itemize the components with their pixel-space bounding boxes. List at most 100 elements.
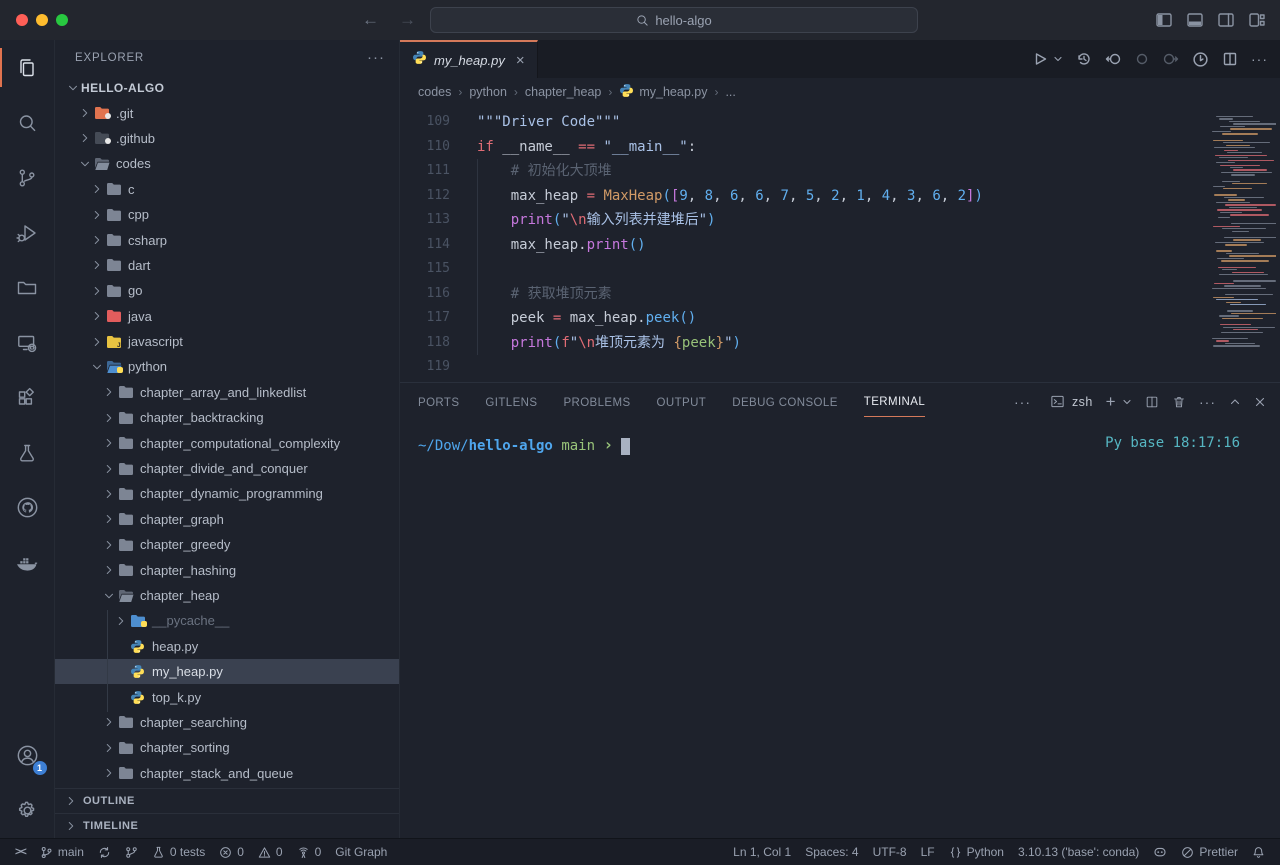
activity-search[interactable]: [0, 95, 55, 150]
activity-run-debug[interactable]: [0, 205, 55, 260]
activity-explorer[interactable]: [0, 40, 55, 95]
tree-item-chapter_greedy[interactable]: chapter_greedy: [55, 532, 399, 557]
code-editor[interactable]: 109"""Driver Code"""110if __name__ == "_…: [400, 106, 1280, 382]
activity-docker[interactable]: [0, 535, 55, 590]
section-outline[interactable]: OUTLINE: [55, 788, 399, 813]
breadcrumb-[interactable]: ...: [725, 85, 735, 99]
status-git-graph-icon[interactable]: [118, 839, 145, 865]
maximize-window-button[interactable]: [56, 14, 68, 26]
activity-file-folder[interactable]: [0, 260, 55, 315]
status-0[interactable]: 0: [251, 839, 290, 865]
run-dropdown-icon[interactable]: [1053, 54, 1063, 64]
tree-item-chapter_backtracking[interactable]: chapter_backtracking: [55, 405, 399, 430]
command-center-search[interactable]: hello-algo: [430, 7, 918, 33]
tree-item-chapter_heap[interactable]: chapter_heap: [55, 583, 399, 608]
history-back-icon[interactable]: ←: [362, 10, 379, 30]
activity-source-control[interactable]: [0, 150, 55, 205]
tree-item-codes[interactable]: codes: [55, 151, 399, 176]
status-prettier[interactable]: Prettier: [1174, 839, 1245, 865]
tree-item-javascript[interactable]: JSjavascript: [55, 329, 399, 354]
status-sync-icon[interactable]: [91, 839, 118, 865]
panel-tab-output[interactable]: OUTPUT: [657, 387, 707, 417]
tab-close-icon[interactable]: ×: [516, 52, 525, 69]
tree-item-dart[interactable]: dart: [55, 253, 399, 278]
status-lf[interactable]: LF: [914, 839, 942, 865]
activity-remote-explorer[interactable]: [0, 315, 55, 370]
panel-more-tabs-icon[interactable]: ···: [1014, 394, 1031, 410]
minimize-window-button[interactable]: [36, 14, 48, 26]
breadcrumb-python[interactable]: python: [469, 85, 507, 99]
status-copilot-icon[interactable]: [1146, 839, 1174, 865]
tree-item-chapter_graph[interactable]: chapter_graph: [55, 507, 399, 532]
tree-item-cpp[interactable]: cpp: [55, 202, 399, 227]
timeline-history-icon[interactable]: [1076, 51, 1092, 67]
activity-settings[interactable]: [0, 783, 55, 838]
status-spaces-4[interactable]: Spaces: 4: [798, 839, 865, 865]
tree-item-csharp[interactable]: csharp: [55, 227, 399, 252]
tree-item-chapter_computational_complexity[interactable]: chapter_computational_complexity: [55, 430, 399, 455]
terminal-dropdown-icon[interactable]: [1122, 397, 1132, 407]
activity-extensions[interactable]: [0, 370, 55, 425]
activity-testing[interactable]: [0, 425, 55, 480]
panel-tab-terminal[interactable]: TERMINAL: [864, 386, 925, 417]
panel-tab-debug-console[interactable]: DEBUG CONSOLE: [732, 387, 838, 417]
tree-item-chapter_hashing[interactable]: chapter_hashing: [55, 557, 399, 582]
panel-tab-gitlens[interactable]: GITLENS: [485, 387, 537, 417]
minimap[interactable]: [1210, 116, 1276, 348]
split-terminal-icon[interactable]: [1145, 395, 1159, 409]
tree-item-chapter_array_and_linkedlist[interactable]: chapter_array_and_linkedlist: [55, 380, 399, 405]
tree-item-chapter_dynamic_programming[interactable]: chapter_dynamic_programming: [55, 481, 399, 506]
status-item[interactable]: ><: [8, 839, 33, 865]
status-bell-icon[interactable]: [1245, 839, 1272, 865]
section-timeline[interactable]: TIMELINE: [55, 813, 399, 838]
editor-more-actions-icon[interactable]: ···: [1251, 51, 1268, 67]
status-0-tests[interactable]: 0 tests: [145, 839, 212, 865]
status-git-graph[interactable]: Git Graph: [328, 839, 394, 865]
toggle-secondary-sidebar-icon[interactable]: [1217, 11, 1235, 29]
activity-github[interactable]: [0, 480, 55, 535]
profile-run-icon[interactable]: [1192, 51, 1209, 68]
step-back-icon[interactable]: [1105, 51, 1121, 67]
breadcrumb-chapter_heap[interactable]: chapter_heap: [525, 85, 601, 99]
toggle-sidebar-icon[interactable]: [1155, 11, 1173, 29]
terminal[interactable]: ~/Dow/hello-algo main › Py base 18:17:16: [400, 420, 1280, 838]
panel-tab-ports[interactable]: PORTS: [418, 387, 459, 417]
split-editor-icon[interactable]: [1222, 51, 1238, 67]
tree-item-python[interactable]: python: [55, 354, 399, 379]
tree-item-.git[interactable]: .git: [55, 100, 399, 125]
tree-item-go[interactable]: go: [55, 278, 399, 303]
status-main[interactable]: main: [33, 839, 91, 865]
new-terminal-icon[interactable]: +: [1106, 392, 1116, 412]
breadcrumb-codes[interactable]: codes: [418, 85, 451, 99]
step-over-icon[interactable]: [1163, 51, 1179, 67]
customize-layout-icon[interactable]: [1248, 11, 1266, 29]
close-window-button[interactable]: [16, 14, 28, 26]
sidebar-more-actions-icon[interactable]: ···: [367, 49, 385, 66]
kill-terminal-icon[interactable]: [1172, 395, 1186, 409]
activity-accounts[interactable]: 1: [0, 728, 55, 783]
tree-item-java[interactable]: java: [55, 304, 399, 329]
close-panel-icon[interactable]: [1254, 396, 1266, 408]
tree-item-c[interactable]: c: [55, 177, 399, 202]
tree-item-chapter_searching[interactable]: chapter_searching: [55, 710, 399, 735]
history-forward-icon[interactable]: →: [399, 10, 416, 30]
tree-item-HELLO-ALGO[interactable]: HELLO-ALGO: [55, 75, 399, 100]
panel-more-actions-icon[interactable]: ···: [1199, 394, 1216, 410]
status-0[interactable]: 0: [290, 839, 329, 865]
breadcrumb-my_heappy[interactable]: my_heap.py: [619, 83, 707, 101]
toggle-panel-icon[interactable]: [1186, 11, 1204, 29]
status-ln-1-col-1[interactable]: Ln 1, Col 1: [726, 839, 798, 865]
tree-item-chapter_sorting[interactable]: chapter_sorting: [55, 735, 399, 760]
run-python-file-icon[interactable]: [1032, 51, 1048, 67]
status-python[interactable]: Python: [942, 839, 1011, 865]
continue-icon[interactable]: [1134, 51, 1150, 67]
panel-tab-problems[interactable]: PROBLEMS: [563, 387, 630, 417]
status-3-10-13-base-conda[interactable]: 3.10.13 ('base': conda): [1011, 839, 1146, 865]
status-0[interactable]: 0: [212, 839, 251, 865]
tree-item-.github[interactable]: .github: [55, 126, 399, 151]
tree-item-chapter_stack_and_queue[interactable]: chapter_stack_and_queue: [55, 761, 399, 786]
maximize-panel-icon[interactable]: [1229, 396, 1241, 408]
tree-item-chapter_divide_and_conquer[interactable]: chapter_divide_and_conquer: [55, 456, 399, 481]
status-utf-8[interactable]: UTF-8: [866, 839, 914, 865]
tab-my-heap[interactable]: my_heap.py ×: [400, 40, 538, 78]
